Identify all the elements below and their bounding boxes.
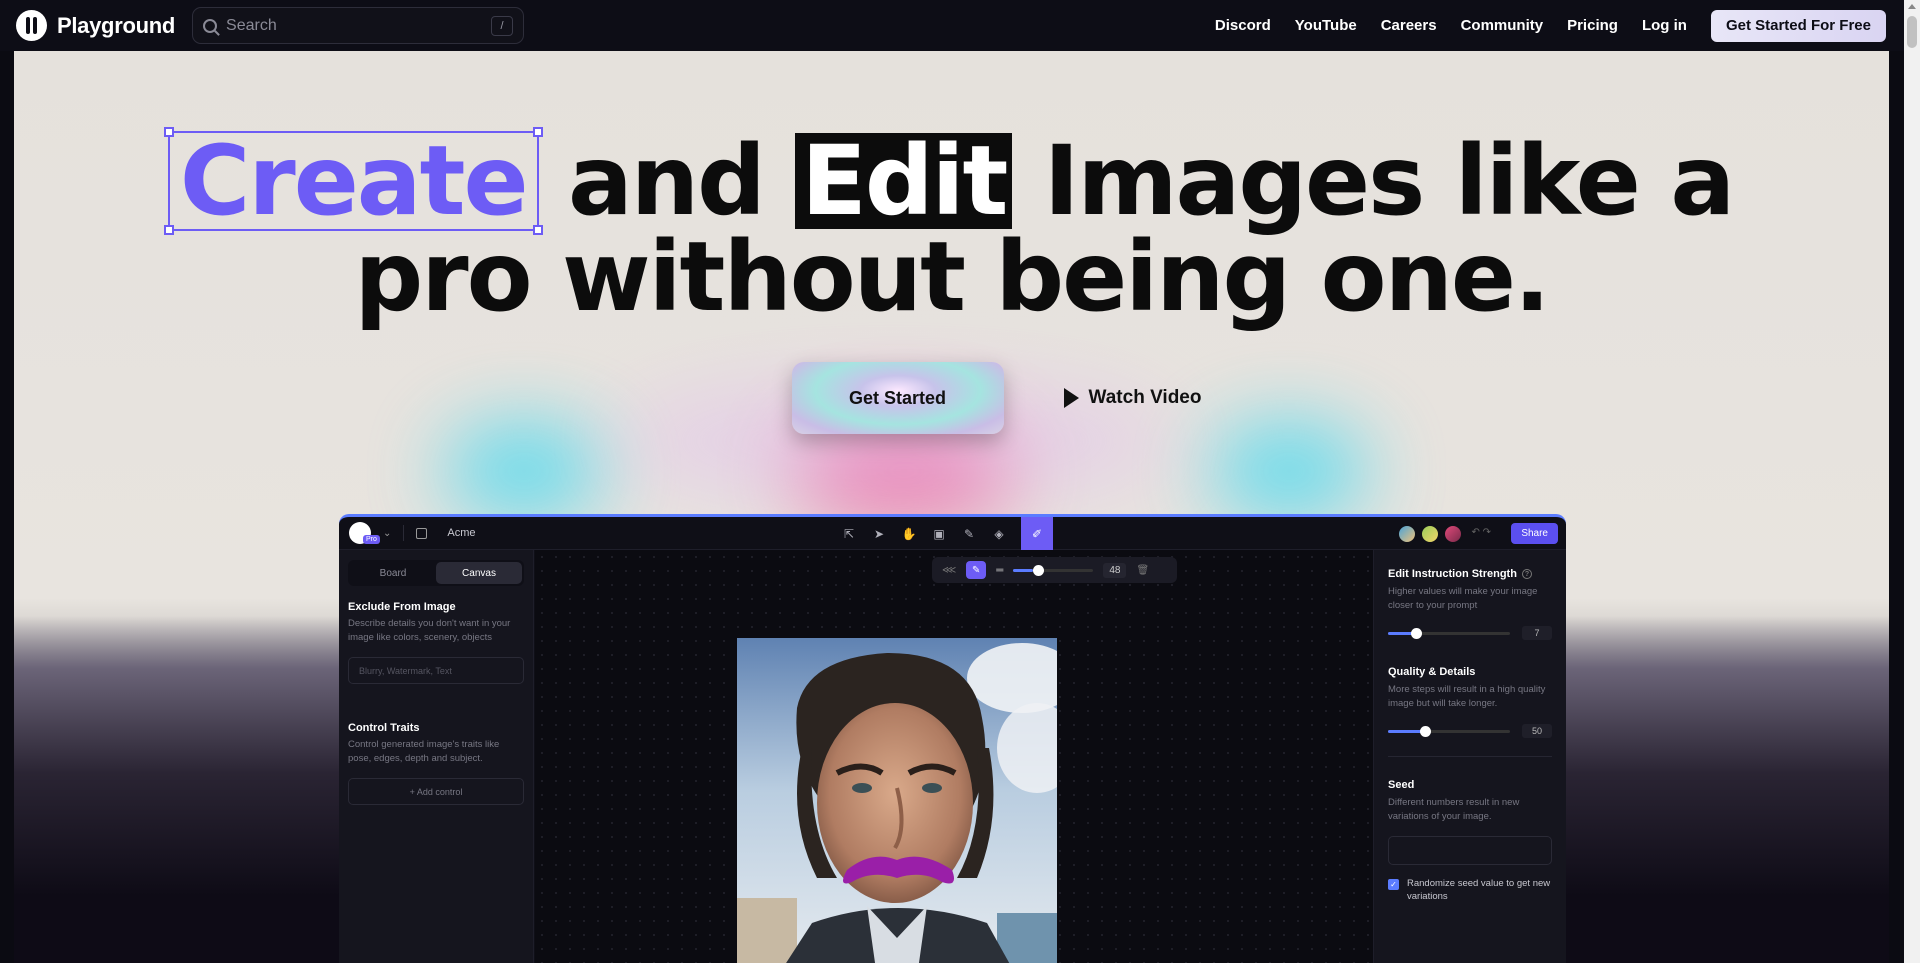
brush-size-slider[interactable]	[1013, 564, 1094, 576]
tab-canvas[interactable]: Canvas	[436, 562, 522, 584]
seed-input[interactable]	[1388, 836, 1552, 865]
brush-pen-icon[interactable]: ✎	[966, 561, 987, 579]
quality-slider-row: 50	[1388, 724, 1552, 738]
brush-size-value[interactable]: 48	[1103, 562, 1127, 578]
get-started-button[interactable]: Get Started	[791, 362, 1004, 434]
chevron-down-icon[interactable]: ⌄	[383, 528, 391, 539]
editor-toolbar: ⇱ ➤ ✋ ▣ ✎ ◈ ✐	[841, 517, 1053, 550]
trash-icon[interactable]: 🗑	[1136, 565, 1149, 576]
portrait-artwork	[737, 638, 1057, 963]
page-scrollbar[interactable]	[1904, 0, 1920, 963]
brush-size-icon: ═	[996, 564, 1004, 576]
divider	[1388, 756, 1552, 757]
tab-board[interactable]: Board	[350, 562, 436, 584]
quality-description: More steps will result in a high quality…	[1388, 684, 1546, 709]
slider-handle[interactable]	[1033, 564, 1045, 576]
sidebar-toggle-icon[interactable]	[416, 527, 428, 539]
quality-slider[interactable]	[1388, 725, 1510, 737]
exclude-input[interactable]: Blurry, Watermark, Text	[348, 657, 524, 684]
hero-cta-row: Get Started Watch Video	[14, 362, 1889, 434]
image-edit-icon[interactable]: ▣	[931, 526, 947, 542]
strength-value[interactable]: 7	[1522, 626, 1552, 640]
share-button[interactable]: Share	[1511, 523, 1558, 544]
board-canvas-toggle: Board Canvas	[348, 560, 524, 586]
selection-handle-tr	[532, 127, 543, 137]
scroll-thumb[interactable]	[1907, 16, 1917, 48]
add-control-button[interactable]: + Add control	[348, 778, 524, 805]
avatar[interactable]	[1420, 524, 1440, 544]
left-panel: Board Canvas Exclude From Image Describe…	[339, 550, 534, 963]
selection-handle-tl	[163, 127, 174, 137]
randomize-seed-checkbox[interactable]: ✓	[1388, 879, 1399, 890]
nav-link-community[interactable]: Community	[1449, 17, 1556, 34]
strength-slider-row: 7	[1388, 626, 1552, 640]
hero-section: Create and Edit Images like a pro withou…	[14, 51, 1889, 963]
strength-title: Edit Instruction Strength ?	[1388, 568, 1552, 580]
export-icon[interactable]: ⇱	[841, 526, 857, 542]
headline-create-word: Create	[163, 127, 543, 235]
brand-logo[interactable]: Playground	[16, 10, 175, 41]
search-box[interactable]: /	[192, 7, 525, 44]
randomize-seed-label: Randomize seed value to get new variatio…	[1407, 878, 1551, 902]
seed-title: Seed	[1388, 779, 1415, 791]
control-traits-title: Control Traits	[348, 722, 420, 734]
nav-link-login[interactable]: Log in	[1630, 17, 1699, 34]
top-nav: Playground / Discord YouTube Careers Com…	[0, 0, 1904, 51]
selection-handle-br	[532, 225, 543, 235]
right-panel: Edit Instruction Strength ? Higher value…	[1373, 550, 1566, 963]
nav-link-pricing[interactable]: Pricing	[1555, 17, 1630, 34]
brush-tool-icon[interactable]: ✐	[1021, 517, 1053, 550]
strength-description: Higher values will make your image close…	[1388, 586, 1538, 611]
divider	[403, 525, 405, 541]
editor-topbar: Pro ⌄ Acme ⇱ ➤ ✋ ▣ ✎ ◈ ✐ ↶ ↷ Share	[339, 517, 1566, 550]
nav-links: Discord YouTube Careers Community Pricin…	[1203, 9, 1888, 42]
control-traits-description: Control generated image's traits like po…	[348, 739, 500, 764]
seed-description: Different numbers result in new variatio…	[1388, 797, 1520, 822]
pencil-icon[interactable]: ✎	[961, 526, 977, 542]
watch-video-button[interactable]: Watch Video	[1063, 387, 1202, 409]
search-shortcut-key: /	[491, 15, 514, 36]
selection-handle-bl	[163, 225, 174, 235]
fill-icon[interactable]: ◈	[991, 526, 1007, 542]
brand-name: Playground	[57, 12, 176, 38]
undo-redo-icon[interactable]: ↶ ↷	[1471, 527, 1491, 538]
hand-icon[interactable]: ✋	[901, 526, 917, 542]
select-cursor-icon[interactable]: ➤	[871, 526, 887, 542]
exclude-title: Exclude From Image	[348, 601, 456, 613]
nav-link-careers[interactable]: Careers	[1369, 17, 1449, 34]
pro-badge: Pro	[363, 535, 380, 544]
avatar[interactable]	[1443, 524, 1463, 544]
quality-title: Quality & Details	[1388, 666, 1476, 678]
glow-cyan-right	[1209, 426, 1369, 516]
editor-preview: Pro ⌄ Acme ⇱ ➤ ✋ ▣ ✎ ◈ ✐ ↶ ↷ Share Board…	[339, 514, 1566, 963]
randomize-seed-row[interactable]: ✓ Randomize seed value to get new variat…	[1388, 877, 1552, 903]
get-started-free-button[interactable]: Get Started For Free	[1710, 9, 1886, 42]
project-name: Acme	[447, 527, 476, 539]
collaborators	[1397, 524, 1463, 544]
headline-edit-word: Edit	[795, 133, 1013, 229]
brush-toolbar: ⋘ ✎ ═ 48 🗑	[932, 557, 1177, 583]
editor-logo-icon[interactable]: Pro	[349, 522, 380, 544]
scroll-up-arrow-icon[interactable]	[1908, 4, 1916, 9]
playground-logo-icon	[16, 10, 47, 41]
headline-line2: pro without being one.	[354, 221, 1551, 333]
editor-canvas[interactable]: ⋘ ✎ ═ 48 🗑	[535, 550, 1373, 963]
play-icon	[1063, 388, 1079, 408]
slider-handle[interactable]	[1419, 725, 1431, 737]
nav-link-youtube[interactable]: YouTube	[1283, 17, 1369, 34]
share-nodes-icon[interactable]: ⋘	[942, 565, 956, 576]
strength-slider[interactable]	[1388, 627, 1510, 639]
watch-video-label: Watch Video	[1088, 387, 1202, 408]
exclude-description: Describe details you don't want in your …	[348, 618, 511, 643]
glow-cyan-left	[444, 426, 604, 516]
portrait-image[interactable]	[737, 638, 1057, 963]
help-icon[interactable]: ?	[1521, 569, 1532, 579]
nav-link-discord[interactable]: Discord	[1203, 17, 1283, 34]
slider-handle[interactable]	[1411, 627, 1423, 639]
avatar[interactable]	[1397, 524, 1417, 544]
search-icon	[203, 18, 218, 33]
hero-headline: Create and Edit Images like a pro withou…	[14, 127, 1889, 333]
search-input[interactable]	[226, 16, 483, 35]
quality-value[interactable]: 50	[1522, 724, 1552, 738]
